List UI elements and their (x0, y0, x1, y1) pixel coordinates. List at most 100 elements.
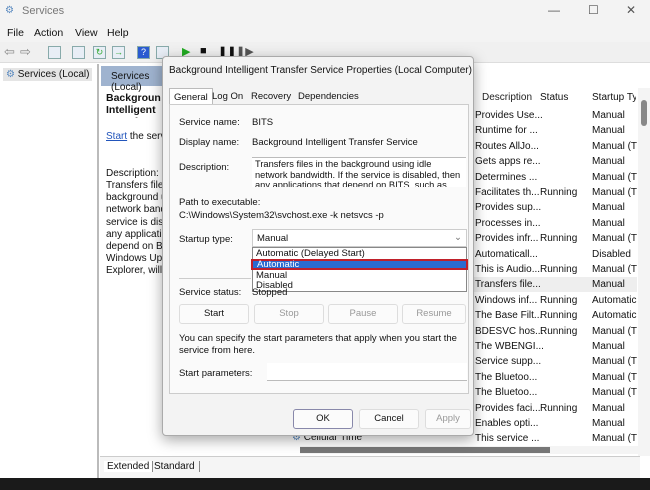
cell-startup-type: Manual (592, 418, 637, 429)
table-row[interactable]: BDESVC hos...RunningManual (Trigger Star… (462, 324, 637, 339)
hscroll-thumb[interactable] (300, 447, 550, 453)
cell-status: Running (540, 310, 577, 321)
tab-recovery[interactable]: Recovery (247, 88, 295, 105)
column-header-startup-type[interactable]: Startup Type (592, 92, 636, 103)
service-status-value: Stopped (252, 287, 287, 298)
window-title: Services (22, 5, 64, 17)
table-row[interactable]: Determines ...Manual (Trigger Start) (462, 170, 637, 185)
tab-general[interactable]: General (169, 88, 213, 105)
cell-startup-type: Manual (Trigger Start) (592, 433, 637, 444)
cell-description: The WBENGI... (475, 341, 544, 352)
table-row[interactable]: The WBENGI... Manual (462, 339, 637, 354)
column-header-description[interactable]: Description (482, 92, 532, 103)
cell-startup-type: Manual (592, 202, 637, 213)
tree-item-services-local[interactable]: ⚙ Services (Local) (3, 68, 92, 81)
cancel-button[interactable]: Cancel (359, 409, 419, 429)
chevron-down-icon: ⌄ (454, 232, 462, 243)
cell-startup-type: Manual (592, 403, 637, 414)
maximize-button[interactable]: ☐ (588, 3, 599, 17)
menu-view[interactable]: View (75, 27, 98, 39)
cell-description: Automaticall... (475, 249, 538, 260)
menu-bar: File Action View Help (0, 23, 650, 42)
taskbar-edge (0, 478, 650, 490)
vertical-scrollbar[interactable] (638, 88, 650, 456)
cell-description: The Bluetoo... (475, 387, 537, 398)
cell-startup-type: Disabled (592, 249, 637, 260)
properties-icon[interactable] (72, 46, 85, 59)
horizontal-scrollbar[interactable] (300, 446, 638, 454)
table-row[interactable]: The Base Filt...Running Automatic (462, 308, 637, 323)
table-row[interactable]: Routes AllJo...Manual (Trigger Start) (462, 139, 637, 154)
option-automatic[interactable]: Automatic (251, 259, 468, 270)
back-arrow-icon[interactable]: ⇦ (4, 44, 15, 60)
tab-log-on[interactable]: Log On (208, 88, 247, 105)
table-row[interactable]: Processes in...Manual (462, 216, 637, 231)
service-title: Background Intelligent Transfer Service (106, 92, 161, 118)
cell-status: Running (540, 403, 577, 414)
menu-file[interactable]: File (7, 27, 24, 39)
cell-startup-type: Manual (Trigger Start) (592, 187, 637, 198)
apply-button[interactable]: Apply (425, 409, 471, 429)
ok-button[interactable]: OK (293, 409, 353, 429)
cell-startup-type: Manual (592, 341, 637, 352)
table-row[interactable]: Runtime for ...Manual (462, 123, 637, 138)
table-row[interactable]: Automaticall... Disabled (462, 247, 637, 262)
table-row[interactable]: Transfers file...Manual (462, 277, 637, 292)
table-row[interactable]: The Bluetoo... Manual (Trigger Start) (462, 385, 637, 400)
description-body: Transfers files in the background using … (106, 180, 162, 276)
resume-button[interactable]: Resume (402, 304, 466, 324)
table-row[interactable]: Provides Use...Manual (462, 108, 637, 123)
description-label: Description: (179, 162, 229, 173)
help-icon[interactable]: ? (137, 46, 150, 59)
pause-button[interactable]: Pause (328, 304, 398, 324)
table-row[interactable]: Gets apps re...Manual (462, 154, 637, 169)
table-row[interactable]: The Bluetoo...Manual (Trigger Start) (462, 370, 637, 385)
cell-description: The Bluetoo... (475, 372, 537, 383)
table-row[interactable]: This service ...Manual (Trigger Start) (462, 431, 637, 446)
tab-standard[interactable]: Standard (154, 461, 200, 472)
pane-header: Services (Local) (101, 66, 171, 86)
start-service-link[interactable]: Start (106, 131, 127, 142)
refresh-icon[interactable]: ↻ (93, 46, 106, 59)
stop-button[interactable]: Stop (254, 304, 324, 324)
cell-startup-type: Manual (Trigger Start) (592, 387, 637, 398)
gear-icon: ⚙ (6, 69, 18, 80)
table-row[interactable]: Facilitates th...RunningManual (Trigger … (462, 185, 637, 200)
description-box[interactable]: Transfers files in the background using … (252, 157, 466, 187)
export-list-icon[interactable]: → (112, 46, 125, 59)
table-row[interactable]: This is Audio...RunningManual (Trigger S… (462, 262, 637, 277)
cell-description: Windows inf... (475, 295, 537, 306)
tab-extended[interactable]: Extended (104, 461, 153, 472)
minimize-button[interactable]: — (548, 3, 560, 17)
option-automatic-delayed[interactable]: Automatic (Delayed Start) (256, 248, 365, 259)
show-console-tree-icon[interactable] (48, 46, 61, 59)
table-row[interactable]: Provides sup... Manual (462, 200, 637, 215)
cell-startup-type: Automatic (592, 310, 637, 321)
menu-help[interactable]: Help (107, 27, 129, 39)
cell-description: Provides sup... (475, 202, 541, 213)
general-panel: Service name: BITS Display name: Backgro… (169, 104, 469, 394)
tab-dependencies[interactable]: Dependencies (294, 88, 363, 105)
service-status-label: Service status: (179, 287, 241, 298)
scroll-thumb[interactable] (641, 100, 647, 126)
column-header-status[interactable]: Status (540, 92, 568, 103)
table-row[interactable]: Windows inf...RunningAutomatic (462, 293, 637, 308)
startup-type-value: Manual (257, 233, 288, 244)
forward-arrow-icon[interactable]: ⇨ (20, 44, 31, 60)
start-button[interactable]: Start (179, 304, 249, 324)
startup-type-select[interactable]: Manual ⌄ (252, 229, 467, 247)
close-button[interactable]: ✕ (626, 3, 636, 17)
table-row[interactable]: Service supp...Manual (Trigger Start) (462, 354, 637, 369)
start-params-input[interactable] (267, 363, 467, 381)
cell-description: Determines ... (475, 172, 537, 183)
start-link-text: the service (127, 131, 162, 142)
cell-startup-type: Manual (Trigger Start) (592, 233, 637, 244)
table-row[interactable]: Provides infr...RunningManual (Trigger S… (462, 231, 637, 246)
table-row[interactable]: Enables opti...Manual (462, 416, 637, 431)
menu-action[interactable]: Action (34, 27, 63, 39)
table-row[interactable]: Provides faci...RunningManual (462, 401, 637, 416)
cell-description: The Base Filt... (475, 310, 542, 321)
cell-description: Routes AllJo... (475, 141, 539, 152)
cell-startup-type: Manual (Trigger Start) (592, 356, 637, 367)
cell-startup-type: Manual (592, 218, 637, 229)
